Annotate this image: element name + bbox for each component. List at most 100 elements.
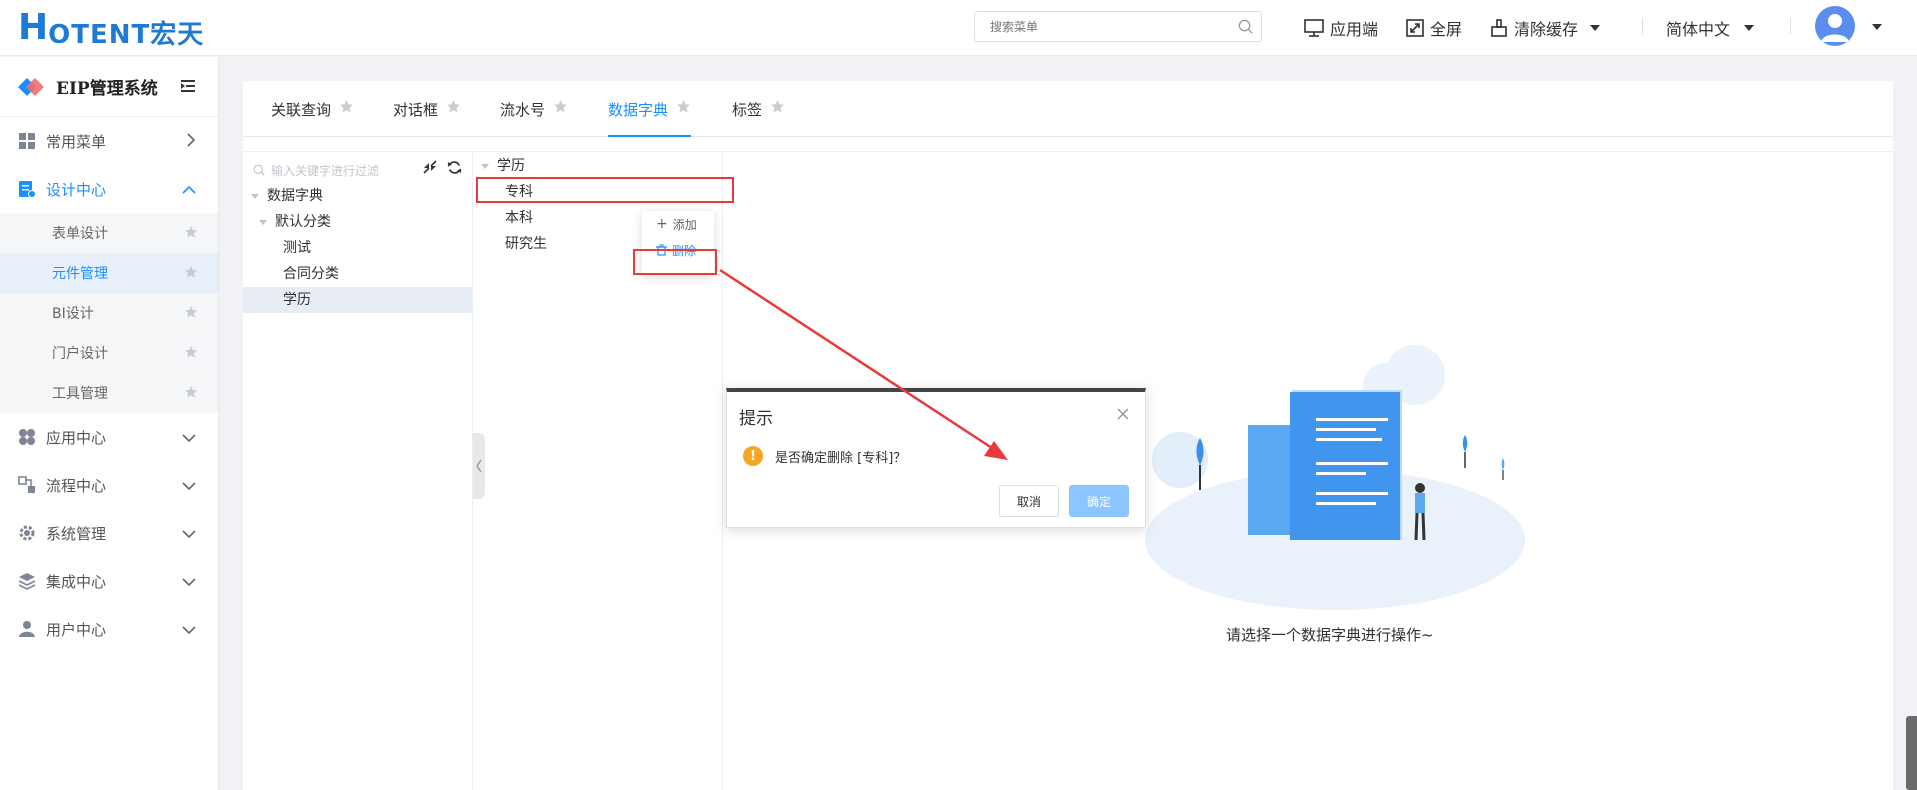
search-icon[interactable] (1238, 19, 1253, 38)
chevron-down-icon (1744, 25, 1755, 31)
expand-arrow-icon[interactable] (251, 193, 259, 199)
star-icon[interactable] (446, 99, 461, 118)
user-avatar-icon (1821, 14, 1849, 42)
star-icon[interactable] (184, 345, 198, 363)
collapse-all-icon[interactable] (423, 160, 437, 179)
menu-label: 集成中心 (46, 572, 107, 591)
menu-integration-center[interactable]: 集成中心 (0, 557, 218, 605)
menu-label: 应用中心 (46, 428, 107, 447)
close-icon[interactable] (1117, 408, 1129, 424)
fold-menu-icon[interactable] (180, 79, 196, 97)
broom-icon (1491, 19, 1507, 37)
language-select[interactable]: 简体中文 (1666, 16, 1755, 40)
fullscreen-button[interactable]: 全屏 (1406, 16, 1462, 40)
menu-label: 设计中心 (46, 180, 107, 199)
scrollbar-indicator[interactable] (1906, 716, 1917, 790)
tree-node[interactable]: 测试 (283, 235, 311, 261)
flow-icon (18, 476, 35, 493)
tree-node-label: 测试 (283, 240, 311, 256)
fullscreen-label: 全屏 (1430, 20, 1463, 39)
confirm-button[interactable]: 确定 (1069, 485, 1129, 517)
refresh-icon[interactable] (447, 160, 462, 179)
cancel-button[interactable]: 取消 (999, 485, 1059, 517)
tree-node-label: 合同分类 (283, 266, 339, 282)
star-icon[interactable] (553, 99, 568, 118)
menu-search-input[interactable] (975, 12, 1225, 41)
clear-cache-label: 清除缓存 (1514, 20, 1579, 39)
tab-serial-number[interactable]: 流水号 (500, 99, 568, 137)
chevron-down-icon (1590, 25, 1601, 31)
divider (1642, 18, 1643, 34)
tab-related-query[interactable]: 关联查询 (271, 99, 354, 137)
confirm-dialog: 提示 ! 是否确定删除 [专科]？ 取消 确定 (726, 388, 1146, 528)
tree-node-selected[interactable]: 学历 (243, 287, 473, 313)
context-add-item[interactable]: + 添加 (642, 211, 714, 237)
tree-node[interactable]: 数据字典 (251, 183, 323, 209)
chevron-down-icon (182, 477, 196, 495)
tree-filter[interactable]: 输入关键字进行过滤 (253, 159, 433, 181)
brand-logo-icon (18, 77, 44, 96)
plus-icon: + (656, 216, 668, 232)
tab-data-dictionary[interactable]: 数据字典 (608, 99, 692, 137)
tree-node-label: 学历 (497, 158, 525, 174)
submenu-label: 门户设计 (52, 346, 108, 362)
sidebar: EIP管理系统 常用菜单 设计中心 表单设计 元件管理 BI设计 门户设计 工具… (0, 57, 219, 790)
chevron-left-icon (476, 459, 482, 473)
monitor-icon (1304, 19, 1324, 37)
divider (243, 151, 1893, 152)
menu-search[interactable] (974, 11, 1262, 42)
menu-user-center[interactable]: 用户中心 (0, 605, 218, 653)
menu-design-center[interactable]: 设计中心 (0, 165, 218, 213)
star-icon[interactable] (770, 99, 785, 118)
star-icon[interactable] (184, 265, 198, 283)
panel-collapse-handle[interactable] (473, 433, 485, 499)
expand-arrow-icon[interactable] (259, 219, 267, 225)
user-icon (19, 621, 35, 637)
tree-node[interactable]: 合同分类 (283, 261, 339, 287)
logo-text: OTENT宏天 (48, 19, 205, 50)
star-icon[interactable] (184, 305, 198, 323)
tree-node[interactable]: 本科 (505, 205, 533, 231)
submenu-bi-design[interactable]: BI设计 (0, 293, 218, 333)
tab-label-tag[interactable]: 标签 (732, 99, 785, 137)
star-icon[interactable] (676, 99, 691, 118)
menu-system-manage[interactable]: 系统管理 (0, 509, 218, 557)
expand-arrow-icon[interactable] (481, 163, 489, 169)
avatar[interactable] (1815, 6, 1855, 46)
submenu-label: 元件管理 (52, 266, 108, 282)
grid-icon (19, 133, 35, 149)
tab-dialog[interactable]: 对话框 (393, 99, 461, 137)
tab-label: 数据字典 (608, 101, 669, 119)
brand-name: EIP管理系统 (56, 79, 158, 99)
chevron-right-icon (186, 133, 196, 151)
menu-common[interactable]: 常用菜单 (0, 117, 218, 165)
star-icon[interactable] (184, 225, 198, 243)
star-icon[interactable] (339, 99, 354, 118)
star-icon[interactable] (184, 385, 198, 403)
tree-node[interactable]: 默认分类 (259, 209, 331, 235)
menu-app-center[interactable]: 应用中心 (0, 413, 218, 461)
submenu-form-design[interactable]: 表单设计 (0, 213, 218, 253)
tree-node[interactable]: 研究生 (505, 231, 547, 257)
submenu-portal-design[interactable]: 门户设计 (0, 333, 218, 373)
menu-flow-center[interactable]: 流程中心 (0, 461, 218, 509)
clear-cache-button[interactable]: 清除缓存 (1490, 16, 1601, 40)
client-button[interactable]: 应用端 (1304, 16, 1378, 40)
menu-label: 用户中心 (46, 620, 107, 639)
fullscreen-icon (1406, 19, 1424, 37)
tree-node-root[interactable]: 学历 (481, 153, 525, 179)
tree-node-label: 本科 (505, 210, 533, 226)
menu-label: 流程中心 (46, 476, 107, 495)
dialog-message: 是否确定删除 [专科]？ (775, 450, 907, 466)
language-label: 简体中文 (1666, 20, 1731, 39)
avatar-chevron-down-icon[interactable] (1872, 24, 1882, 30)
logo[interactable]: H OTENT宏天 (18, 8, 205, 50)
submenu-tool-manage[interactable]: 工具管理 (0, 373, 218, 413)
sidebar-brand: EIP管理系统 (0, 57, 218, 117)
tree-filter-input[interactable]: 输入关键字进行过滤 (271, 162, 379, 179)
tab-label: 对话框 (393, 101, 439, 119)
search-icon (253, 164, 265, 176)
submenu-component-manage[interactable]: 元件管理 (0, 253, 218, 293)
tab-label: 标签 (732, 101, 763, 119)
annotation-delete-box (633, 249, 717, 275)
